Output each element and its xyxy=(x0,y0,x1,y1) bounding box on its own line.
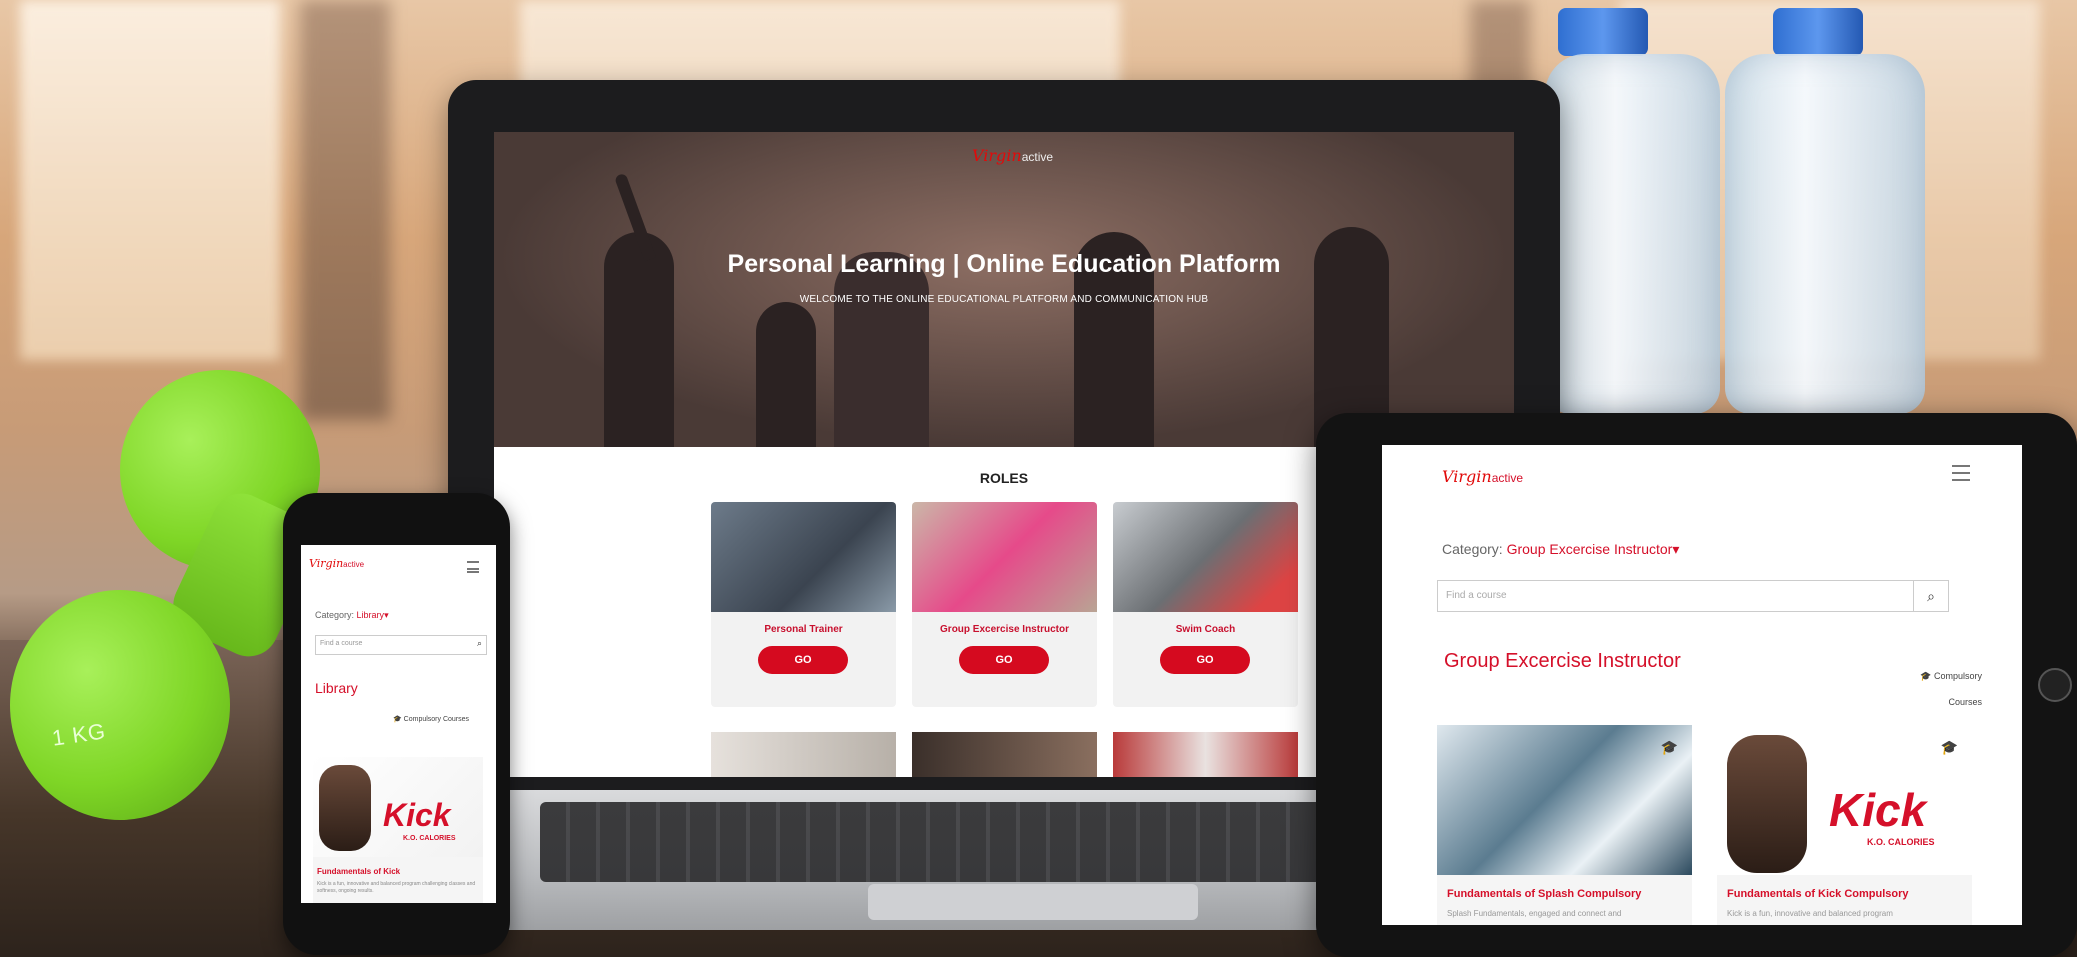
course-card[interactable]: Kick K.O. CALORIES Fundamentals of Kick … xyxy=(313,757,483,903)
hamburger-menu-icon[interactable] xyxy=(467,561,479,573)
role-card-image xyxy=(711,732,896,777)
go-button-personal-trainer[interactable]: GO xyxy=(758,646,848,674)
caret-down-icon: ▾ xyxy=(384,610,389,620)
role-card-group-exercise: Group Excercise Instructor GO xyxy=(912,502,1097,707)
hero-subtitle: WELCOME TO THE ONLINE EDUCATIONAL PLATFO… xyxy=(799,294,1209,305)
background-column xyxy=(300,0,390,420)
course-description: Kick is a fun, innovative and balanced p… xyxy=(317,881,476,894)
role-name: Personal Trainer xyxy=(764,624,843,635)
tablet-home-button[interactable] xyxy=(2038,668,2072,702)
course-image: 🎓 xyxy=(1437,725,1692,875)
role-card-image xyxy=(912,732,1097,777)
search-icon[interactable]: ⌕ xyxy=(477,638,482,649)
search-field[interactable]: Find a course ⌕ xyxy=(315,635,487,655)
category-selector[interactable]: Category: Group Excercise Instructor▾ xyxy=(1442,541,1679,558)
course-title: Fundamentals of Kick xyxy=(317,867,401,876)
section-title: Group Excercise Instructor xyxy=(1444,650,1681,672)
course-description: Kick is a fun, innovative and balanced p… xyxy=(1727,909,1893,918)
course-image: Kick K.O. CALORIES 🎓 xyxy=(1717,725,1972,875)
hero-title: Personal Learning | Online Education Pla… xyxy=(727,250,1281,278)
role-name: Swim Coach xyxy=(1175,624,1236,635)
category-selector[interactable]: Category: Library▾ xyxy=(315,610,389,621)
role-image xyxy=(1113,502,1298,612)
tablet-logo[interactable]: Virginactive xyxy=(1442,467,1523,487)
caret-down-icon: ▾ xyxy=(1672,541,1680,557)
phone-logo[interactable]: Virginactive xyxy=(309,557,364,570)
tablet-screen: Virginactive Category: Group Excercise I… xyxy=(1382,445,2022,925)
role-image xyxy=(711,502,896,612)
role-image xyxy=(912,502,1097,612)
graduation-cap-icon: 🎓 xyxy=(393,716,402,723)
phone-screen: Virginactive Category: Library▾ Find a c… xyxy=(301,545,496,903)
go-button-swim-coach[interactable]: GO xyxy=(1160,646,1250,674)
hamburger-menu-icon[interactable] xyxy=(1952,465,1970,481)
role-card-personal-trainer: Personal Trainer GO xyxy=(711,502,896,707)
role-name: Group Excercise Instructor xyxy=(940,624,1069,635)
graduation-cap-icon: 🎓 xyxy=(1940,739,1958,755)
site-logo[interactable]: Virginactive xyxy=(972,146,1053,166)
search-field[interactable]: Find a course ⌕ xyxy=(1437,580,1949,612)
course-title: Fundamentals of Splash Compulsory xyxy=(1447,888,1642,900)
compulsory-courses-link[interactable]: 🎓 Compulsory Courses xyxy=(1902,663,1982,715)
graduation-cap-icon: 🎓 xyxy=(1660,739,1678,755)
compulsory-courses-link[interactable]: 🎓 Compulsory Courses xyxy=(393,715,469,723)
course-card-splash[interactable]: 🎓 Fundamentals of Splash Compulsory Spla… xyxy=(1437,725,1692,925)
search-icon[interactable]: ⌕ xyxy=(1913,581,1948,611)
background-window-left xyxy=(20,0,280,360)
course-title: Fundamentals of Kick Compulsory xyxy=(1727,888,1909,900)
course-image: Kick K.O. CALORIES xyxy=(313,757,483,857)
role-card-swim-coach: Swim Coach GO xyxy=(1113,502,1298,707)
graduation-cap-icon: 🎓 xyxy=(1920,671,1932,681)
hero-banner: Virginactive Personal Learning | Online … xyxy=(494,132,1514,447)
course-description: Splash Fundamentals, engaged and connect… xyxy=(1447,909,1622,918)
go-button-group-exercise[interactable]: GO xyxy=(959,646,1049,674)
laptop-trackpad xyxy=(868,884,1198,920)
course-card-kick[interactable]: Kick K.O. CALORIES 🎓 Fundamentals of Kic… xyxy=(1717,725,1972,925)
role-card-image xyxy=(1113,732,1298,777)
section-title: Library xyxy=(315,680,358,696)
